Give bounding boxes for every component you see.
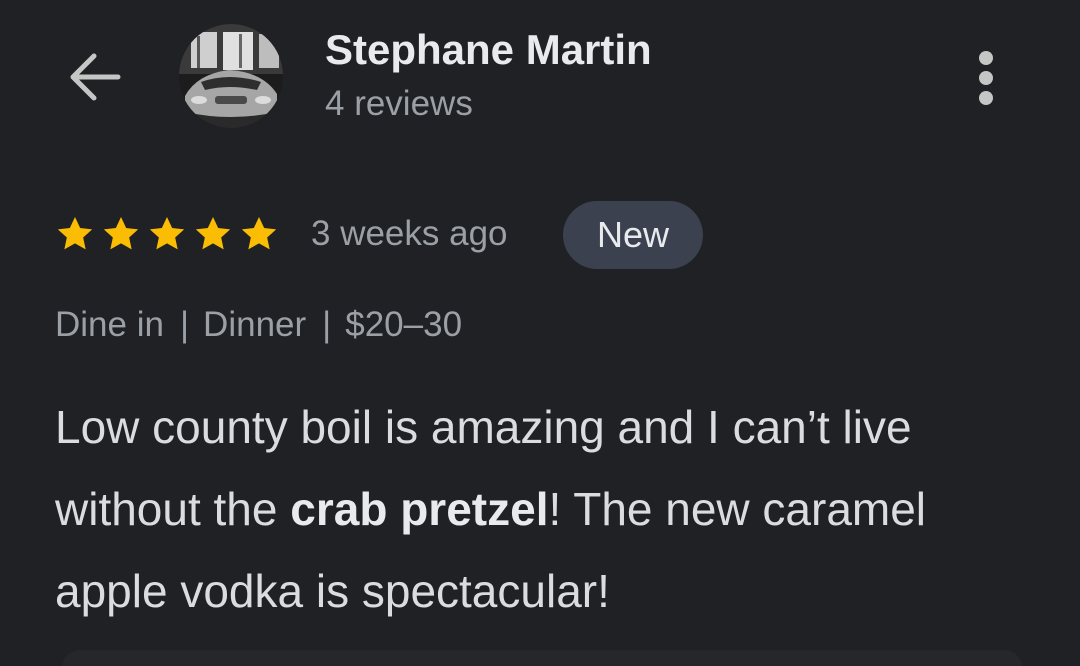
separator: |: [179, 305, 190, 344]
back-button[interactable]: [66, 50, 124, 104]
review-text-highlight: crab pretzel: [290, 483, 549, 535]
review-screen: Stephane Martin 4 reviews 3 weeks ago Ne…: [0, 0, 1080, 666]
star-icon: [195, 217, 231, 250]
attribute-price: $20–30: [345, 305, 463, 344]
attribute-dine-in: Dine in: [55, 305, 164, 344]
arrow-back-icon: [70, 53, 121, 101]
photo-card-edge: [62, 650, 1022, 666]
review-count: 4 reviews: [325, 84, 473, 123]
star-icon: [149, 217, 185, 250]
more-options-button[interactable]: [966, 48, 1006, 108]
car-photo: [179, 24, 283, 128]
new-badge: New: [563, 201, 703, 269]
reviewer-name[interactable]: Stephane Martin: [325, 26, 652, 74]
more-vert-icon: [979, 51, 993, 105]
review-text[interactable]: Low county boil is amazing and I can’t l…: [55, 386, 1045, 632]
star-icon: [241, 217, 277, 250]
star-icon: [103, 217, 139, 250]
star-rating: [54, 214, 280, 254]
separator: |: [322, 305, 332, 344]
star-icon: [57, 217, 93, 250]
avatar[interactable]: [179, 24, 283, 128]
review-time: 3 weeks ago: [311, 214, 508, 253]
attribute-meal: Dinner: [203, 305, 307, 344]
review-attributes: Dine in | Dinner | $20–30: [55, 305, 462, 345]
